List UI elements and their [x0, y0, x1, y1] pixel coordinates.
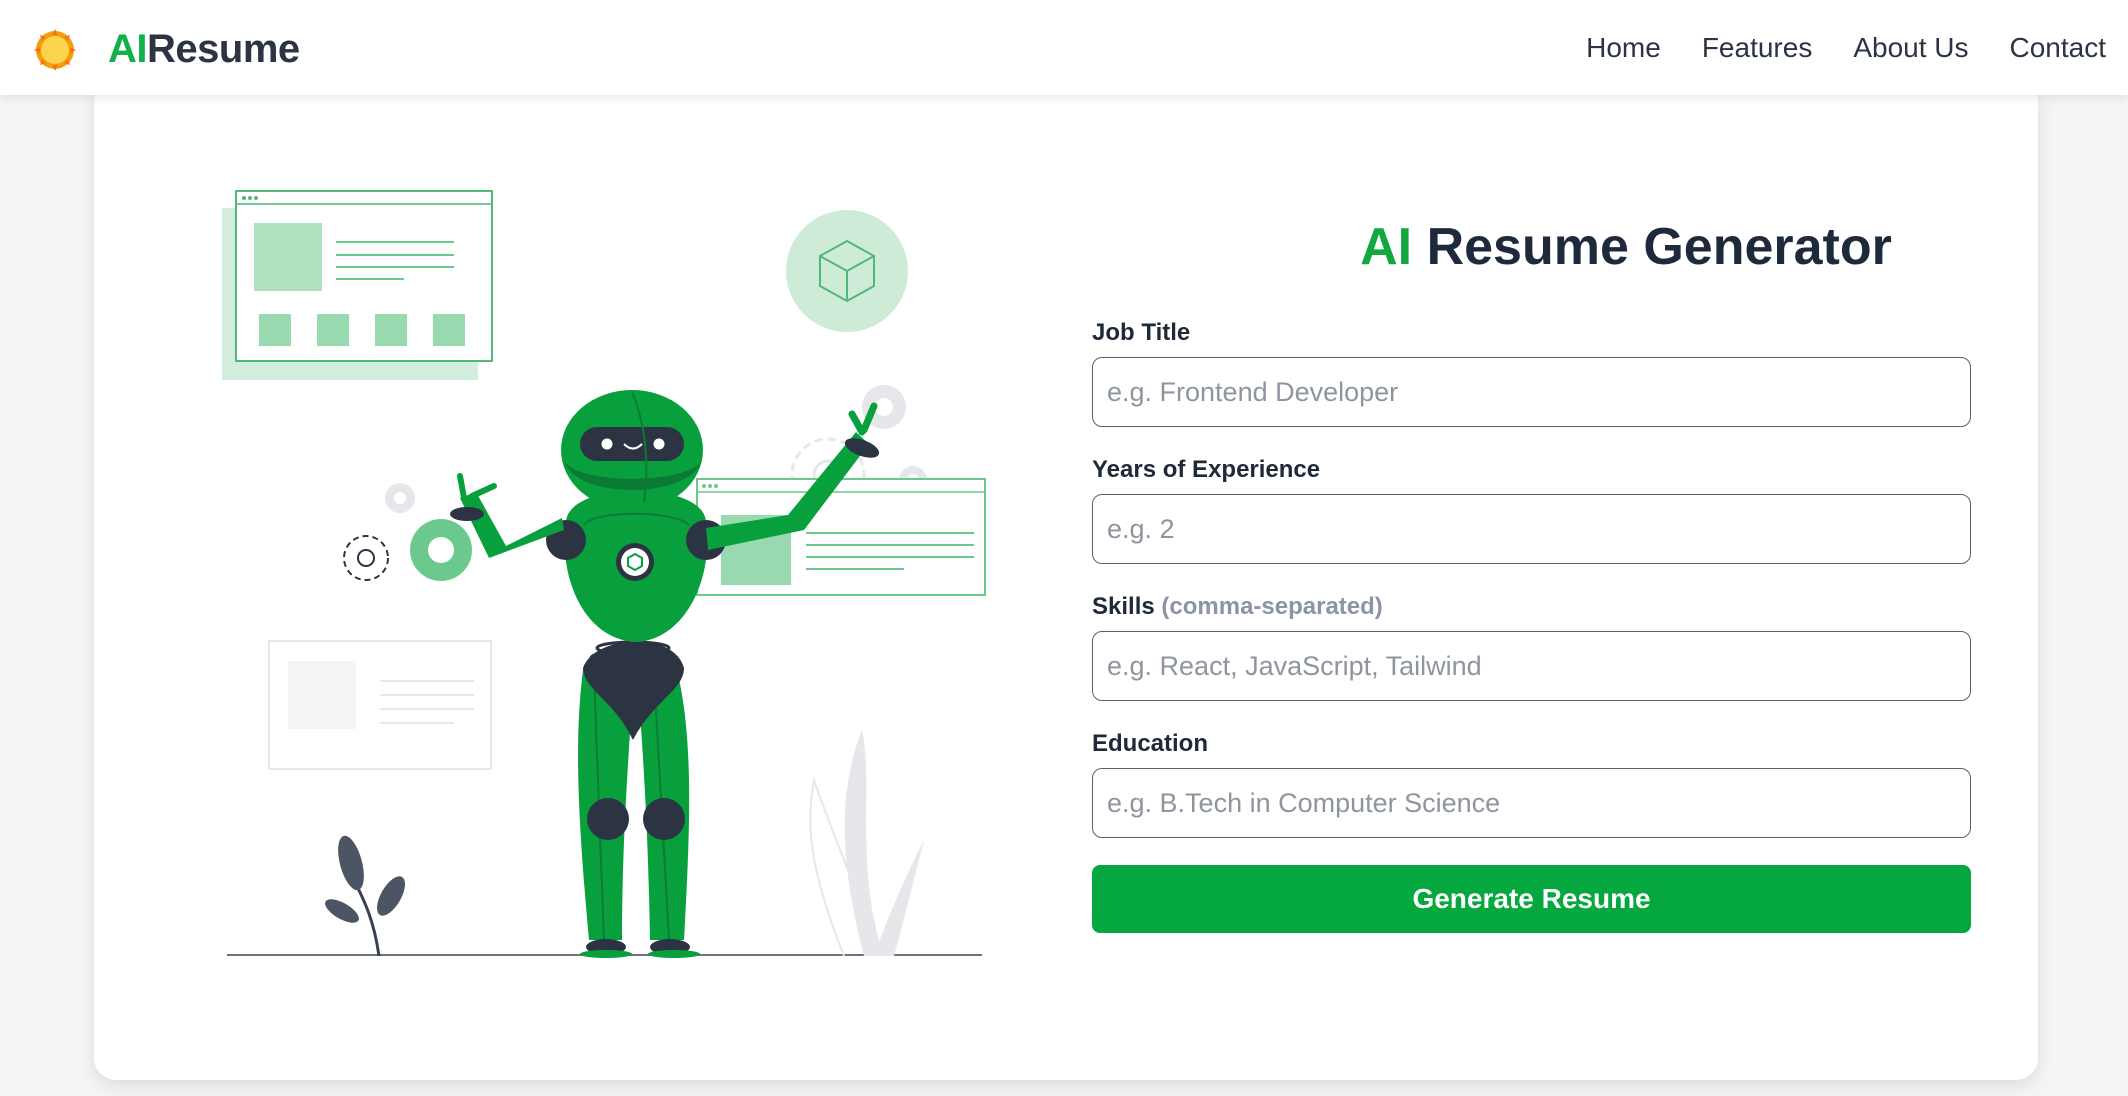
page-title: AI Resume Generator — [1094, 217, 2128, 277]
sun-icon[interactable] — [33, 28, 77, 72]
skills-input[interactable] — [1092, 631, 1971, 701]
brand-suffix: Resume — [147, 27, 300, 71]
top-navbar: AIResume Home Features About Us Contact — [0, 0, 2128, 95]
education-label: Education — [1092, 729, 1208, 759]
job-title-label: Job Title — [1092, 318, 1190, 348]
nav-link-features[interactable]: Features — [1702, 30, 1813, 66]
experience-label-text: Years of Experience — [1092, 456, 1321, 483]
job-title-input[interactable] — [1092, 357, 1971, 427]
experience-label: Years of Experience — [1092, 455, 1320, 485]
education-input[interactable] — [1092, 768, 1971, 838]
title-accent: AI — [1360, 218, 1413, 276]
job-title-label-text: Job Title — [1092, 319, 1191, 346]
title-rest: Resume Generator — [1426, 218, 1892, 276]
skills-label-text: Skills — [1092, 593, 1155, 620]
skills-label: Skills (comma-separated) — [1092, 592, 1383, 622]
education-label-text: Education — [1092, 730, 1209, 757]
skills-hint: (comma-separated) — [1161, 593, 1383, 620]
nav-link-contact[interactable]: Contact — [2010, 30, 2107, 66]
brand-prefix: AI — [108, 27, 148, 71]
brand-logo-text[interactable]: AIResume — [108, 25, 300, 73]
generate-resume-button[interactable]: Generate Resume — [1092, 865, 1971, 933]
nav-link-about-us[interactable]: About Us — [1853, 30, 1968, 66]
nav-link-home[interactable]: Home — [1586, 30, 1661, 66]
experience-input[interactable] — [1092, 494, 1971, 564]
robot-illustration — [222, 190, 986, 958]
nav-links: Home Features About Us Contact — [1586, 30, 2106, 66]
